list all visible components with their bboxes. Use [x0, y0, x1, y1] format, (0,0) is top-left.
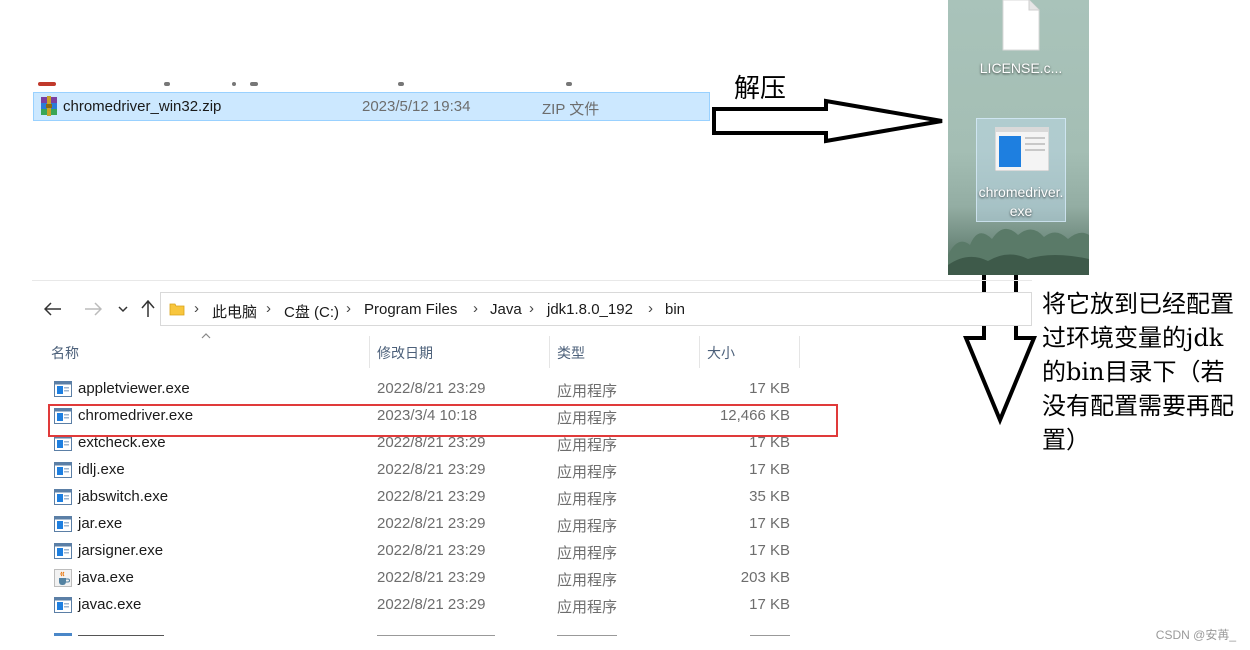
- file-size: 17 KB: [749, 596, 790, 613]
- application-icon: [54, 542, 72, 560]
- zip-file-date: 2023/5/12 19:34: [362, 98, 471, 115]
- breadcrumb-java[interactable]: Java: [490, 301, 522, 318]
- partially-hidden-row: [46, 628, 826, 636]
- file-size: 17 KB: [749, 542, 790, 559]
- sort-ascending-icon: [201, 333, 211, 339]
- breadcrumb-this-pc[interactable]: 此电脑: [212, 301, 257, 322]
- file-row[interactable]: idlj.exe 2022/8/21 23:29 应用程序 17 KB: [46, 457, 826, 484]
- file-date: 2022/8/21 23:29: [377, 515, 486, 532]
- file-type: 应用程序: [557, 545, 618, 562]
- file-name: jar.exe: [78, 515, 123, 532]
- column-divider[interactable]: [699, 336, 700, 368]
- column-divider[interactable]: [549, 336, 550, 368]
- file-name: java.exe: [78, 569, 134, 586]
- column-divider[interactable]: [369, 336, 370, 368]
- file-type: 应用程序: [557, 599, 618, 616]
- up-button[interactable]: [135, 296, 161, 322]
- file-date: 2022/8/21 23:29: [377, 569, 486, 586]
- file-name: idlj.exe: [78, 461, 125, 478]
- file-size: 35 KB: [749, 488, 790, 505]
- arrow-up-icon: [141, 300, 155, 317]
- column-header-size[interactable]: 大小: [707, 343, 735, 363]
- breadcrumb-c-drive[interactable]: C盘 (C:): [284, 301, 339, 322]
- file-row[interactable]: jar.exe 2022/8/21 23:29 应用程序 17 KB: [46, 511, 826, 538]
- file-row[interactable]: javac.exe 2022/8/21 23:29 应用程序 17 KB: [46, 592, 826, 619]
- breadcrumb-jdk[interactable]: jdk1.8.0_192: [547, 301, 633, 318]
- desktop-area: LICENSE.c... chromedriver.exe: [948, 0, 1089, 275]
- desktop-icon-chromedriver[interactable]: chromedriver.exe: [976, 118, 1066, 222]
- zip-file-row[interactable]: chromedriver_win32.zip 2023/5/12 19:34 Z…: [33, 92, 710, 121]
- document-icon: [1002, 0, 1040, 51]
- breadcrumb-program-files[interactable]: Program Files: [364, 301, 457, 318]
- application-icon: [54, 488, 72, 506]
- breadcrumb-separator: ›: [346, 300, 351, 317]
- column-divider[interactable]: [799, 336, 800, 368]
- file-date: 2022/8/21 23:29: [377, 461, 486, 478]
- down-arrow-icon: [963, 258, 1037, 426]
- file-row[interactable]: java.exe 2022/8/21 23:29 应用程序 203 KB: [46, 565, 826, 592]
- file-name: jarsigner.exe: [78, 542, 164, 559]
- arrow-left-icon: [44, 302, 61, 316]
- back-button[interactable]: [40, 296, 66, 322]
- application-icon: [54, 515, 72, 533]
- file-size: 17 KB: [749, 515, 790, 532]
- java-cup-icon: [54, 569, 72, 587]
- forward-button[interactable]: [80, 296, 106, 322]
- desktop-icon-label: chromedriver.exe: [978, 184, 1064, 219]
- background-trees: [948, 228, 1089, 275]
- application-icon: [995, 127, 1049, 171]
- file-name: jabswitch.exe: [78, 488, 169, 505]
- breadcrumb-separator: ›: [194, 300, 199, 317]
- winrar-archive-icon: [41, 96, 57, 116]
- file-type: 应用程序: [557, 383, 618, 400]
- zip-file-name: chromedriver_win32.zip: [63, 98, 222, 115]
- application-icon: [54, 380, 72, 398]
- file-name: javac.exe: [78, 596, 142, 613]
- recent-locations-button[interactable]: [110, 296, 136, 322]
- breadcrumb-separator: ›: [529, 300, 534, 317]
- breadcrumb-bin[interactable]: bin: [665, 301, 685, 318]
- file-type: 应用程序: [557, 518, 618, 535]
- file-size: 17 KB: [749, 461, 790, 478]
- folder-icon: [169, 303, 185, 316]
- file-row[interactable]: appletviewer.exe 2022/8/21 23:29 应用程序 17 KB: [46, 376, 826, 403]
- desktop-icon-license[interactable]: LICENSE.c...: [976, 0, 1066, 80]
- file-date: 2022/8/21 23:29: [377, 488, 486, 505]
- highlight-rectangle: [48, 404, 838, 437]
- watermark: CSDN @安苒_: [1155, 628, 1236, 642]
- breadcrumb-separator: ›: [266, 300, 271, 317]
- address-bar[interactable]: › 此电脑 › C盘 (C:) › Program Files › Java ›…: [160, 292, 1032, 326]
- divider: [32, 280, 1032, 281]
- arrow-right-icon: [85, 302, 102, 316]
- file-type: 应用程序: [557, 572, 618, 589]
- file-date: 2022/8/21 23:29: [377, 596, 486, 613]
- application-icon: [54, 596, 72, 614]
- breadcrumb-separator: ›: [473, 300, 478, 317]
- file-size: 17 KB: [749, 380, 790, 397]
- file-type: 应用程序: [557, 437, 618, 454]
- column-header-type[interactable]: 类型: [557, 343, 585, 363]
- right-arrow-icon: [712, 98, 943, 144]
- column-header-name[interactable]: 名称: [51, 343, 79, 363]
- navigation-bar: › 此电脑 › C盘 (C:) › Program Files › Java ›…: [32, 288, 1032, 330]
- zip-file-type: ZIP 文件: [542, 101, 600, 118]
- file-type: 应用程序: [557, 464, 618, 481]
- chevron-down-icon: [118, 306, 128, 313]
- file-type: 应用程序: [557, 491, 618, 508]
- file-date: 2022/8/21 23:29: [377, 542, 486, 559]
- file-date: 2022/8/21 23:29: [377, 380, 486, 397]
- breadcrumb-separator: ›: [648, 300, 653, 317]
- file-name: appletviewer.exe: [78, 380, 190, 397]
- file-row[interactable]: jarsigner.exe 2022/8/21 23:29 应用程序 17 KB: [46, 538, 826, 565]
- column-header-date[interactable]: 修改日期: [377, 343, 433, 363]
- file-row[interactable]: jabswitch.exe 2022/8/21 23:29 应用程序 35 KB: [46, 484, 826, 511]
- application-icon: [54, 461, 72, 479]
- desktop-icon-label: LICENSE.c...: [979, 60, 1063, 76]
- place-in-bin-annotation: 将它放到已经配置过环境变量的jdk的bin目录下（若没有配置需要再配置）: [1042, 290, 1234, 454]
- file-size: 203 KB: [740, 569, 790, 586]
- partially-hidden-row: [36, 80, 712, 90]
